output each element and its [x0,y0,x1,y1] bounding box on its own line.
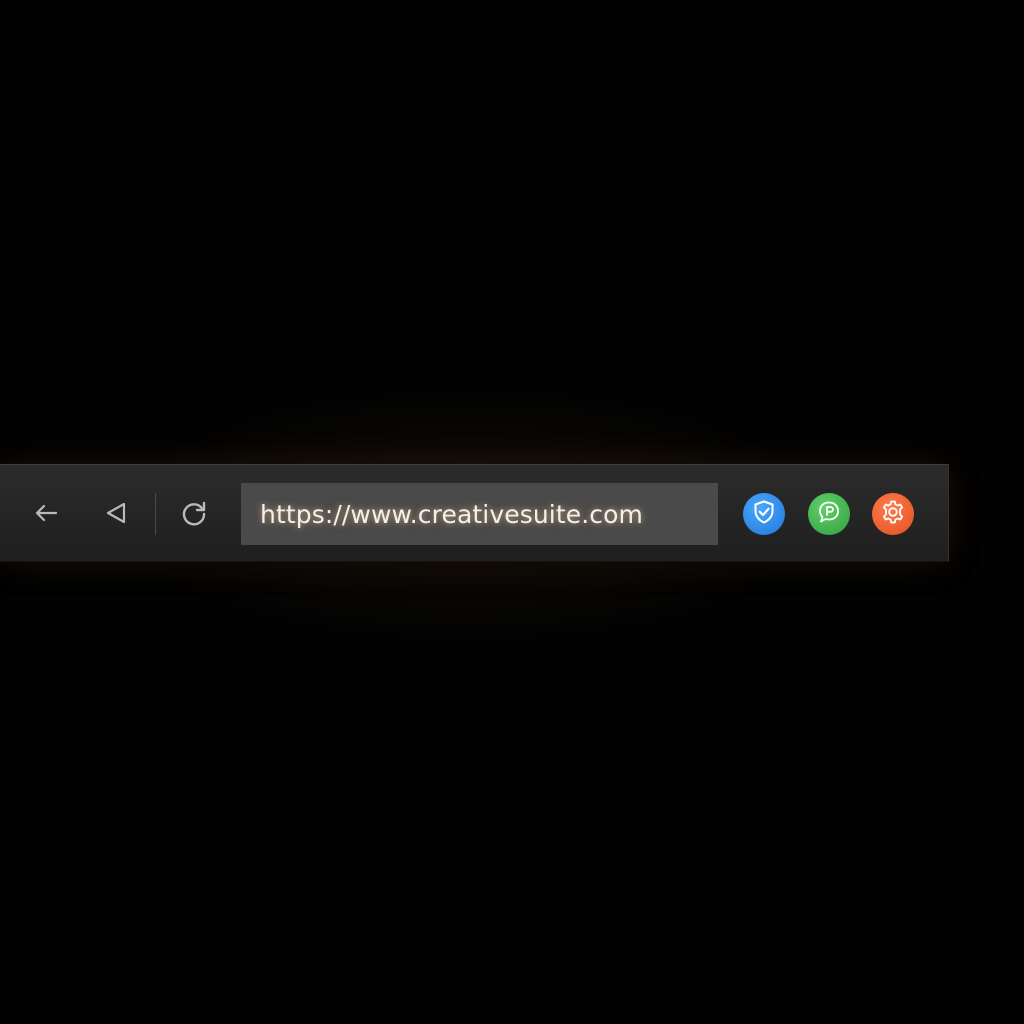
settings-extension-button[interactable] [872,493,914,535]
arrow-left-icon [31,498,61,528]
reload-button[interactable] [176,495,212,531]
forward-button[interactable] [98,495,134,531]
address-bar[interactable]: https://www.creativesuite.com [241,483,718,545]
url-text: https://www.creativesuite.com [260,499,643,529]
chat-bubble-icon [816,499,842,529]
back-button[interactable] [28,495,64,531]
chat-extension-button[interactable] [808,493,850,535]
gear-icon [879,498,907,530]
browser-toolbar: https://www.creativesuite.com [0,464,949,562]
desktop-background: https://www.creativesuite.com [0,0,1024,1024]
shield-extension-button[interactable] [743,493,785,535]
shield-check-icon [751,499,777,529]
toolbar-divider [155,493,156,535]
triangle-left-icon [101,498,131,528]
reload-icon [178,497,210,529]
